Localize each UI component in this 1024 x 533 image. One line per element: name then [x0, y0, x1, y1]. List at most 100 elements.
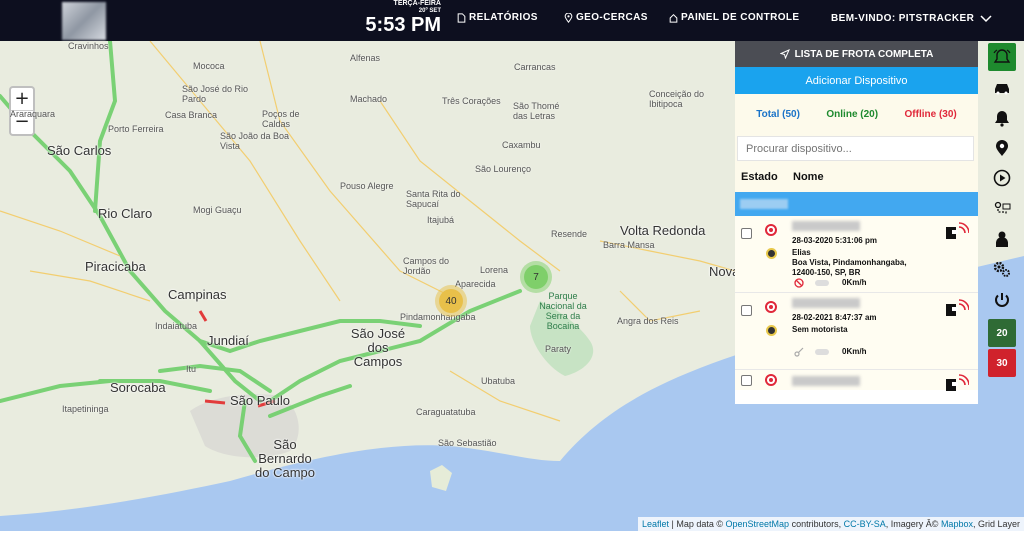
town-label: Aparecida	[455, 279, 496, 289]
bell-icon	[995, 111, 1009, 127]
town-label: Poços de Caldas	[262, 109, 300, 129]
key-icon	[794, 347, 804, 357]
offline-status-icon	[765, 301, 777, 313]
fleet-panel-header[interactable]: LISTA DE FROTA COMPLETA	[735, 41, 978, 67]
leaflet-link[interactable]: Leaflet	[642, 519, 669, 529]
city-label: Piracicaba	[85, 259, 146, 274]
play-icon	[993, 169, 1011, 187]
offline-status-icon	[765, 374, 777, 386]
town-label: Caxambu	[502, 140, 541, 150]
mapbox-link[interactable]: Mapbox	[941, 519, 973, 529]
attribution-text: , Imagery Â©	[885, 519, 941, 529]
vehicles-button[interactable]	[988, 74, 1016, 102]
drivers-button[interactable]	[988, 225, 1016, 253]
cluster-count: 40	[445, 295, 457, 307]
vehicle-signal-icon[interactable]	[945, 298, 969, 318]
town-label: Caraguatatuba	[416, 407, 476, 417]
settings-button[interactable]	[988, 255, 1016, 283]
device-info: Elias Boa Vista, Pindamonhangaba, 12400-…	[792, 248, 922, 278]
driver-icon	[996, 231, 1008, 247]
town-label: Ubatuba	[481, 376, 516, 386]
device-datetime: 28-02-2021 8:47:37 am	[792, 313, 877, 322]
online-count-button[interactable]: 20	[988, 319, 1016, 347]
town-label: Itajubá	[427, 215, 455, 225]
device-info: Sem motorista	[792, 325, 922, 335]
add-device-button[interactable]: Adicionar Dispositivo	[735, 67, 978, 94]
fleet-panel-title: LISTA DE FROTA COMPLETA	[794, 48, 934, 60]
nav-reports[interactable]: RELATÓRIOS	[457, 12, 538, 23]
city-label: Jundiaí	[207, 333, 249, 348]
route-icon	[994, 201, 1011, 215]
map-cluster[interactable]: 40	[435, 285, 467, 317]
notifications-button[interactable]	[988, 104, 1016, 132]
user-menu[interactable]: BEM-VINDO: PITSTRACKER	[831, 13, 992, 24]
town-label: Pouso Alegre	[340, 181, 394, 191]
city-label: São Bernardo do Campo	[255, 437, 315, 480]
town-label: Alfenas	[350, 53, 381, 63]
vehicle-signal-icon[interactable]	[945, 221, 969, 241]
device-search-input[interactable]	[737, 136, 974, 161]
date-time-display: TERÇA-FEIRA 20º SET 5:53 PM	[365, 0, 441, 36]
location-pin-icon	[996, 140, 1008, 156]
town-label: Machado	[350, 94, 388, 104]
chevron-down-icon	[980, 14, 992, 22]
town-label: Carrancas	[514, 62, 556, 72]
zoom-in-button[interactable]: +	[11, 88, 33, 111]
device-search-wrapper	[735, 134, 978, 162]
device-checkbox[interactable]	[741, 228, 752, 239]
car-outline-icon	[815, 280, 829, 286]
town-label: Três Corações	[442, 96, 501, 106]
clock: 5:53 PM	[365, 14, 441, 36]
alert-bell-button[interactable]	[988, 43, 1016, 71]
driver-name: Sem motorista	[792, 325, 848, 334]
locations-button[interactable]	[988, 134, 1016, 162]
town-label: Cravinhos	[68, 41, 109, 51]
right-toolbar: 20 30	[988, 41, 1017, 378]
device-speed: 0Km/h	[842, 278, 867, 287]
offline-count-button[interactable]: 30	[988, 349, 1016, 377]
nav-geofences-label: GEO-CERCAS	[576, 12, 648, 23]
logout-button[interactable]	[988, 286, 1016, 314]
attribution-text: , Grid Layer	[972, 519, 1020, 529]
routes-button[interactable]	[988, 195, 1016, 223]
license-link[interactable]: CC-BY-SA	[844, 519, 886, 529]
nav-reports-label: RELATÓRIOS	[469, 12, 538, 23]
filter-total[interactable]: Total (50)	[756, 109, 800, 120]
attribution-text: | Map data ©	[669, 519, 726, 529]
no-ignition-icon	[794, 278, 804, 288]
town-label: Angra dos Reis	[617, 316, 679, 326]
device-row[interactable]	[735, 370, 978, 393]
filter-online[interactable]: Online (20)	[826, 109, 878, 120]
device-checkbox[interactable]	[741, 375, 752, 386]
weekday: TERÇA-FEIRA	[393, 0, 441, 7]
playback-button[interactable]	[988, 164, 1016, 192]
navigation-arrow-icon	[779, 49, 790, 59]
device-checkbox[interactable]	[741, 305, 752, 316]
town-label: Lorena	[480, 265, 509, 275]
town-label: Resende	[551, 229, 588, 239]
town-label: Araraquara	[10, 109, 56, 119]
osm-link[interactable]: OpenStreetMap	[726, 519, 790, 529]
device-row[interactable]: 28-02-2021 8:47:37 am Sem motorista 0Km/…	[735, 293, 978, 370]
vehicle-signal-icon[interactable]	[945, 373, 969, 393]
park-label: Parque Nacional da Serra da Bocaina	[539, 291, 587, 331]
alert-bell-icon	[993, 49, 1011, 63]
filter-offline[interactable]: Offline (30)	[905, 109, 957, 120]
map-attribution: Leaflet | Map data © OpenStreetMap contr…	[637, 517, 1024, 531]
map-pin-icon	[564, 12, 573, 23]
device-speed: 0Km/h	[842, 347, 867, 356]
car-icon	[995, 84, 1009, 95]
device-row[interactable]: 28-03-2020 5:31:06 pm Elias Boa Vista, P…	[735, 216, 978, 293]
device-count-filters: Total (50) Online (20) Offline (30)	[735, 94, 978, 134]
town-label: São José do Rio Pardo	[182, 84, 249, 104]
town-label: São Lourenço	[475, 164, 532, 174]
nav-dashboard[interactable]: PAINEL DE CONTROLE	[669, 12, 800, 23]
map-cluster[interactable]: 7	[520, 261, 552, 293]
town-label: Campos do Jordão	[403, 256, 450, 276]
nav-geofences[interactable]: GEO-CERCAS	[564, 12, 648, 23]
column-status: Estado	[741, 171, 778, 183]
town-label: Santa Rita do Sapucaí	[406, 189, 461, 209]
cluster-count: 7	[533, 271, 539, 283]
device-group-header[interactable]	[735, 192, 978, 216]
company-logo[interactable]	[62, 2, 106, 40]
